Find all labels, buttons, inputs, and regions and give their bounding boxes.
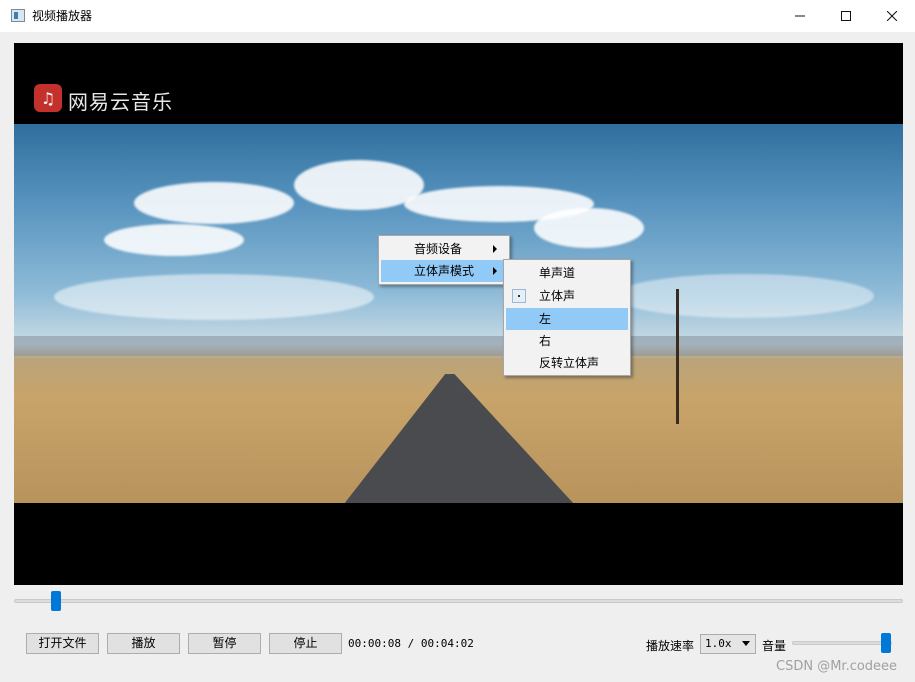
menu-item-reverse-stereo[interactable]: 反转立体声 xyxy=(506,352,628,374)
rate-value: 1.0x xyxy=(705,637,732,650)
rate-label: 播放速率 xyxy=(646,639,695,653)
progress-slider[interactable] xyxy=(14,599,903,603)
progress-slider-handle[interactable] xyxy=(51,591,62,611)
chevron-down-icon xyxy=(742,641,750,646)
menu-item-label: 单声道 xyxy=(539,266,576,280)
utility-pole xyxy=(676,289,679,424)
checked-icon xyxy=(512,289,526,303)
maximize-button[interactable] xyxy=(823,0,869,32)
submenu-arrow-icon xyxy=(493,267,497,275)
stop-button[interactable]: 停止 xyxy=(269,633,342,654)
minimize-icon xyxy=(795,15,805,17)
netease-music-icon: ♫ xyxy=(34,84,62,112)
context-menu: 音频设备 立体声模式 xyxy=(378,235,510,285)
time-display: 00:00:08 / 00:04:02 xyxy=(348,637,474,650)
submenu-arrow-icon xyxy=(493,245,497,253)
road xyxy=(344,374,574,503)
app-icon xyxy=(11,9,25,22)
close-button[interactable] xyxy=(869,0,915,32)
menu-item-left[interactable]: 左 xyxy=(506,308,628,330)
menu-item-stereo[interactable]: 立体声 xyxy=(506,285,628,307)
watermark: CSDN @Mr.codeee xyxy=(776,659,898,674)
open-file-button[interactable]: 打开文件 xyxy=(26,633,99,654)
menu-item-label: 左 xyxy=(539,312,552,326)
menu-item-label: 立体声 xyxy=(539,289,576,303)
video-display[interactable]: ♫ 网易云音乐 xyxy=(14,43,903,585)
menu-item-label: 反转立体声 xyxy=(539,356,600,370)
volume-slider-handle[interactable] xyxy=(881,633,891,653)
video-frame xyxy=(14,124,903,503)
menu-item-stereo-mode[interactable]: 立体声模式 xyxy=(381,260,507,282)
menu-item-label: 右 xyxy=(539,334,552,348)
minimize-button[interactable] xyxy=(777,0,823,32)
volume-label: 音量 xyxy=(762,639,787,653)
maximize-icon xyxy=(841,11,851,21)
menu-item-mono[interactable]: 单声道 xyxy=(506,262,628,284)
stereo-submenu: 单声道 立体声 左 右 反转立体声 xyxy=(503,259,631,376)
mountains xyxy=(14,336,903,356)
menu-item-right[interactable]: 右 xyxy=(506,330,628,352)
menu-item-label: 音频设备 xyxy=(414,242,463,256)
window-title: 视频播放器 xyxy=(32,9,93,23)
close-icon xyxy=(887,11,897,21)
logo-text: 网易云音乐 xyxy=(68,90,173,114)
pause-button[interactable]: 暂停 xyxy=(188,633,261,654)
menu-item-audio-device[interactable]: 音频设备 xyxy=(381,238,507,260)
play-button[interactable]: 播放 xyxy=(107,633,180,654)
menu-item-label: 立体声模式 xyxy=(414,264,475,278)
volume-slider[interactable] xyxy=(792,641,892,645)
